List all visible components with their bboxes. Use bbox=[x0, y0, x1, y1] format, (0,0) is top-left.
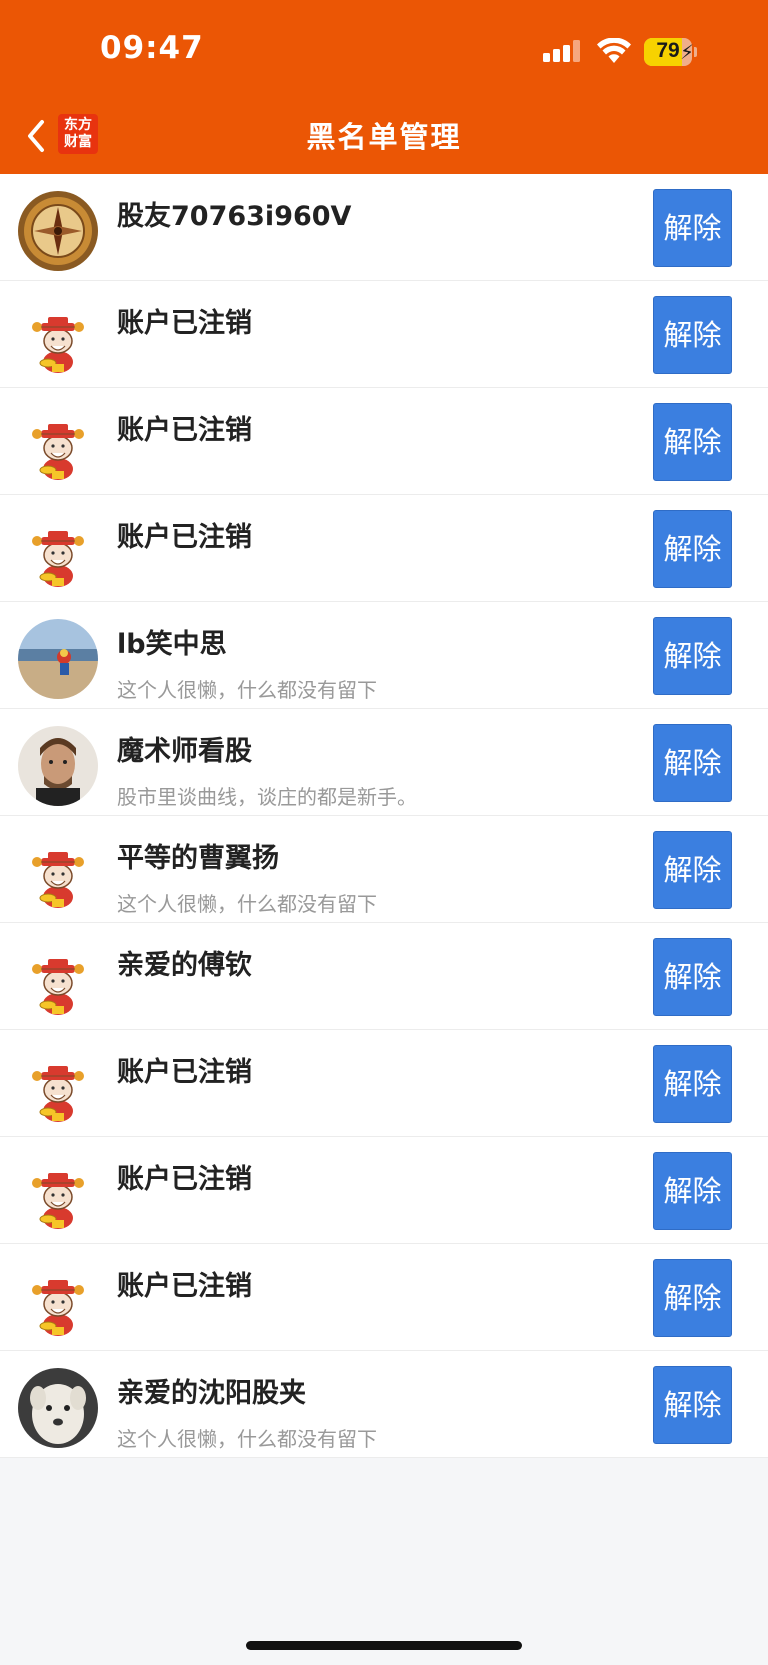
user-name[interactable]: lb笑中思 bbox=[117, 622, 227, 661]
avatar[interactable] bbox=[18, 1261, 98, 1341]
user-name[interactable]: 亲爱的傅钦 bbox=[117, 943, 252, 982]
unblock-button[interactable]: 解除 bbox=[653, 1045, 732, 1123]
unblock-button[interactable]: 解除 bbox=[653, 831, 732, 909]
list-item: 亲爱的傅钦 解除 bbox=[0, 923, 768, 1030]
avatar[interactable] bbox=[18, 940, 98, 1020]
unblock-button[interactable]: 解除 bbox=[653, 403, 732, 481]
page-title: 黑名单管理 bbox=[306, 120, 462, 154]
list-item: 账户已注销 解除 bbox=[0, 281, 768, 388]
avatar[interactable] bbox=[18, 1368, 98, 1448]
unblock-button[interactable]: 解除 bbox=[653, 1259, 732, 1337]
list-item: 账户已注销 解除 bbox=[0, 388, 768, 495]
user-name[interactable]: 账户已注销 bbox=[117, 1264, 252, 1303]
avatar[interactable] bbox=[18, 512, 98, 592]
charging-bolt-icon: ⚡ bbox=[680, 40, 695, 64]
unblock-button[interactable]: 解除 bbox=[653, 296, 732, 374]
user-name[interactable]: 账户已注销 bbox=[117, 515, 252, 554]
list-item: 股友70763i960V 解除 bbox=[0, 174, 768, 281]
unblock-button[interactable]: 解除 bbox=[653, 617, 732, 695]
user-bio: 这个人很懒，什么都没有留下 bbox=[117, 1427, 377, 1451]
status-time: 09:47 bbox=[100, 30, 204, 66]
user-name[interactable]: 账户已注销 bbox=[117, 301, 252, 340]
user-name[interactable]: 股友70763i960V bbox=[117, 194, 351, 233]
avatar[interactable] bbox=[18, 619, 98, 699]
avatar[interactable] bbox=[18, 298, 98, 378]
avatar[interactable] bbox=[18, 191, 98, 271]
list-item: 账户已注销 解除 bbox=[0, 495, 768, 602]
unblock-button[interactable]: 解除 bbox=[653, 1152, 732, 1230]
user-bio: 这个人很懒，什么都没有留下 bbox=[117, 892, 377, 916]
row-divider bbox=[0, 1457, 768, 1458]
unblock-button[interactable]: 解除 bbox=[653, 1366, 732, 1444]
user-name[interactable]: 魔术师看股 bbox=[117, 729, 252, 768]
user-name[interactable]: 账户已注销 bbox=[117, 1157, 252, 1196]
wifi-icon bbox=[597, 38, 631, 63]
user-name[interactable]: 亲爱的沈阳股夹 bbox=[117, 1371, 306, 1410]
list-item: 魔术师看股股市里谈曲线，谈庄的都是新手。 解除 bbox=[0, 709, 768, 816]
list-item: 账户已注销 解除 bbox=[0, 1244, 768, 1351]
blocked-user-list: 股友70763i960V 解除 账户已注销 解除 账户已注销 解除 账户已注销 … bbox=[0, 174, 768, 1458]
unblock-button[interactable]: 解除 bbox=[653, 189, 732, 267]
home-indicator bbox=[246, 1641, 522, 1650]
list-item: 平等的曹翼扬这个人很懒，什么都没有留下 解除 bbox=[0, 816, 768, 923]
battery-icon: 79 ⚡ bbox=[644, 38, 697, 66]
list-item: 亲爱的沈阳股夹这个人很懒，什么都没有留下 解除 bbox=[0, 1351, 768, 1458]
user-name[interactable]: 账户已注销 bbox=[117, 408, 252, 447]
top-header: 09:47 79 ⚡ 东方 财富 黑名单管理 bbox=[0, 0, 768, 174]
list-item: lb笑中思这个人很懒，什么都没有留下 解除 bbox=[0, 602, 768, 709]
user-bio: 股市里谈曲线，谈庄的都是新手。 bbox=[117, 785, 417, 809]
unblock-button[interactable]: 解除 bbox=[653, 938, 732, 1016]
cellular-signal-icon bbox=[543, 40, 580, 62]
list-item: 账户已注销 解除 bbox=[0, 1137, 768, 1244]
avatar[interactable] bbox=[18, 726, 98, 806]
user-name[interactable]: 账户已注销 bbox=[117, 1050, 252, 1089]
list-item: 账户已注销 解除 bbox=[0, 1030, 768, 1137]
avatar[interactable] bbox=[18, 405, 98, 485]
user-name[interactable]: 平等的曹翼扬 bbox=[117, 836, 279, 875]
avatar[interactable] bbox=[18, 833, 98, 913]
user-bio: 这个人很懒，什么都没有留下 bbox=[117, 678, 377, 702]
avatar[interactable] bbox=[18, 1047, 98, 1127]
avatar[interactable] bbox=[18, 1154, 98, 1234]
unblock-button[interactable]: 解除 bbox=[653, 510, 732, 588]
unblock-button[interactable]: 解除 bbox=[653, 724, 732, 802]
